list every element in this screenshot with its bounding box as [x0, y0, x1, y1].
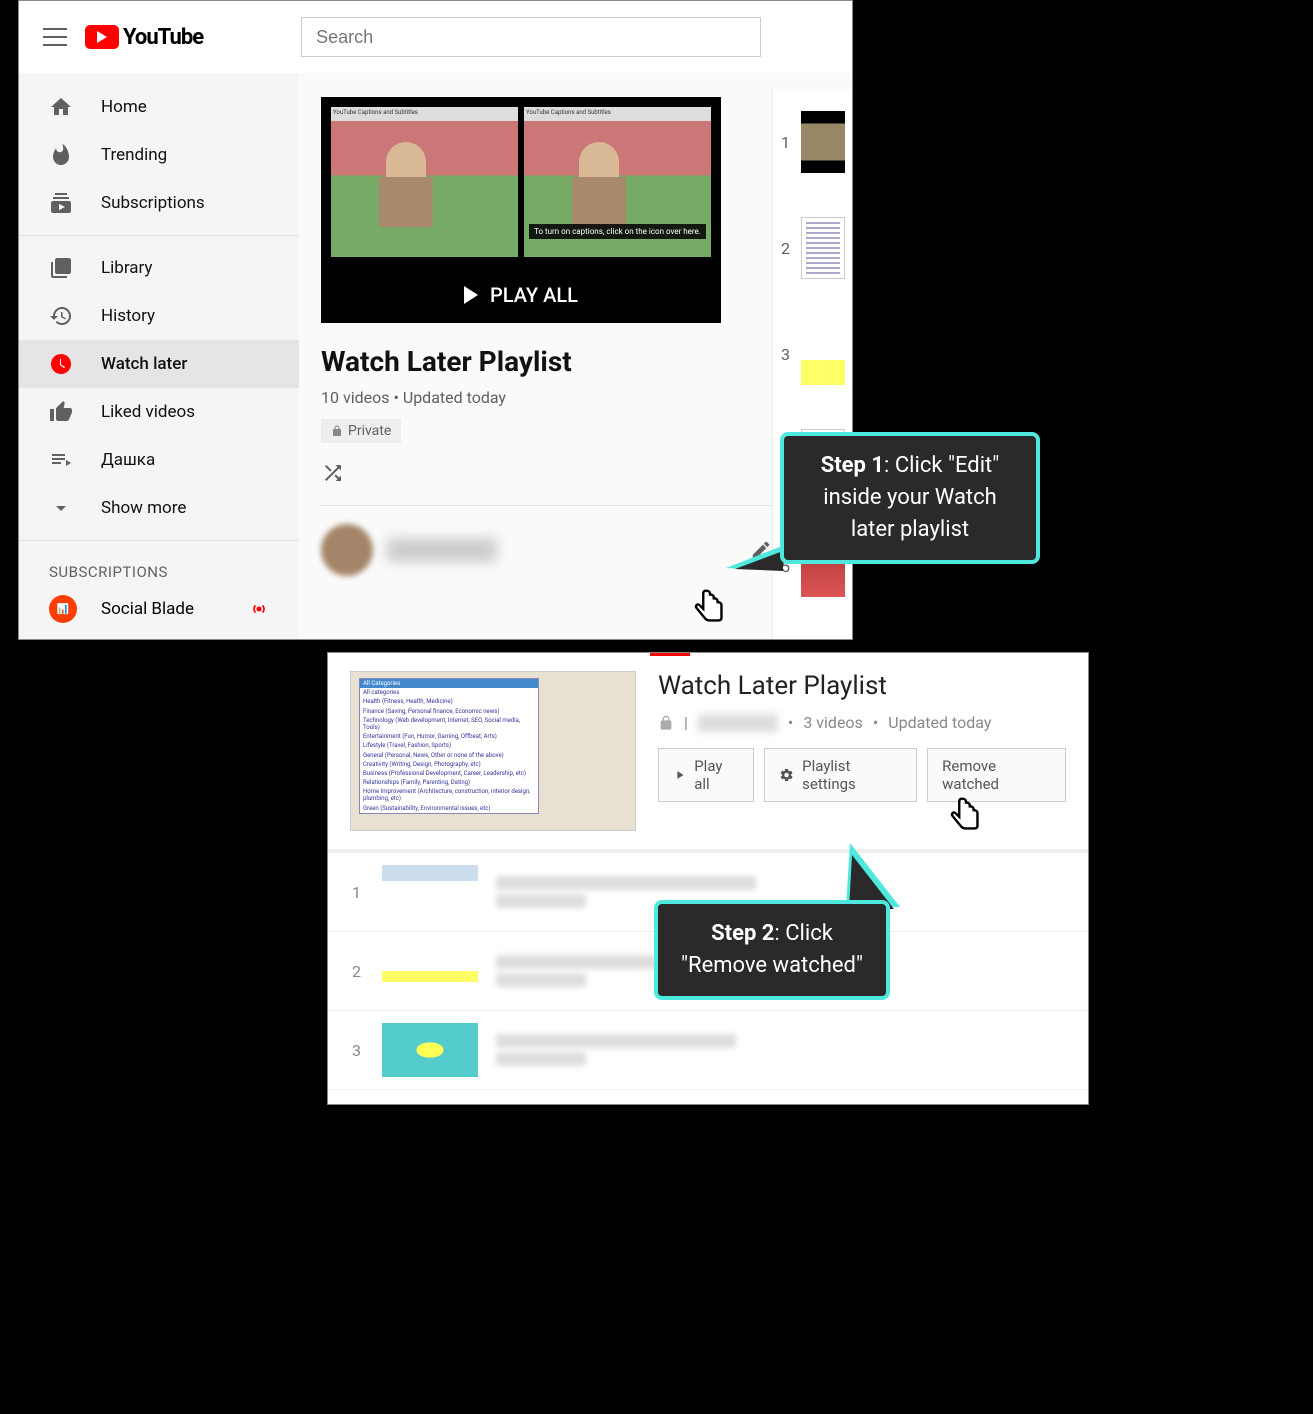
header: YouTube: [19, 1, 852, 73]
play-icon: [673, 768, 686, 782]
play-all-button[interactable]: PLAY ALL: [331, 267, 711, 313]
youtube-play-icon: [85, 25, 119, 49]
playlist-settings-button[interactable]: Playlist settings: [764, 748, 917, 802]
owner-avatar[interactable]: [321, 524, 373, 576]
updated-text: Updated today: [888, 713, 991, 732]
playlist-preview: YouTube Captions and Subtitles YouTube C…: [321, 97, 721, 323]
sidebar-label: Дашка: [101, 450, 155, 470]
search-container: [301, 17, 852, 57]
brand-text: YouTube: [123, 25, 203, 50]
playlist-title: Watch Later Playlist: [321, 345, 830, 378]
live-icon: [249, 599, 269, 619]
playlist-title: Watch Later Playlist: [658, 671, 1066, 701]
trending-icon: [49, 143, 73, 167]
sidebar-item-library[interactable]: Library: [19, 244, 299, 292]
hamburger-menu-icon[interactable]: [43, 25, 67, 49]
video-channel-redacted: [496, 1052, 586, 1066]
callout-arrow-icon: [846, 843, 900, 907]
btn-label: Playlist settings: [802, 757, 902, 793]
sidebar-sub-social-blade[interactable]: 📊 Social Blade: [19, 587, 299, 631]
channel-avatar-icon: 📊: [49, 595, 77, 623]
privacy-label: Private: [348, 423, 391, 439]
caption-text: To turn on captions, click on the icon o…: [529, 224, 706, 239]
sidebar-label: Library: [101, 258, 152, 278]
preview-thumb-left: YouTube Captions and Subtitles: [331, 107, 518, 257]
queue-item[interactable]: 2: [773, 195, 852, 301]
youtube-playlist-edit-screen: All CategoriesAll categoriesHealth (Fitn…: [327, 652, 1089, 1105]
playlist-icon: [49, 448, 73, 472]
home-icon: [49, 95, 73, 119]
sidebar-label: Liked videos: [101, 402, 195, 422]
search-input[interactable]: [301, 17, 761, 57]
video-count: 3 videos: [803, 713, 863, 732]
sidebar-label: History: [101, 306, 155, 326]
callout-arrow-icon: [726, 546, 782, 571]
preview-thumb-right: YouTube Captions and Subtitles To turn o…: [524, 107, 711, 257]
history-icon: [49, 304, 73, 328]
remove-watched-button[interactable]: Remove watched: [927, 748, 1066, 802]
sidebar-item-trending[interactable]: Trending: [19, 131, 299, 179]
sidebar-label: Show more: [101, 498, 186, 518]
playlist-meta-row: | • 3 videos • Updated today: [658, 713, 1066, 732]
sidebar-label: Home: [101, 97, 147, 117]
play-all-button[interactable]: Play all: [658, 748, 754, 802]
video-row[interactable]: 3: [328, 1011, 1088, 1090]
watchlater-icon: [49, 352, 73, 376]
sidebar-item-home[interactable]: Home: [19, 83, 299, 131]
callout-step-label: Step 2: [711, 921, 774, 946]
video-channel-redacted: [496, 973, 586, 987]
lock-icon: [658, 715, 674, 731]
shuffle-icon: [321, 461, 345, 485]
subscriptions-icon: [49, 191, 73, 215]
privacy-badge[interactable]: Private: [321, 419, 401, 443]
queue-item[interactable]: 3: [773, 301, 852, 407]
thumb-icon: [801, 323, 845, 385]
callout-step-2: Step 2: Click "Remove watched": [654, 900, 890, 1000]
sidebar-label: Watch later: [101, 354, 187, 374]
library-icon: [49, 256, 73, 280]
sidebar-item-show-more[interactable]: Show more: [19, 484, 299, 532]
video-title-redacted: [496, 876, 756, 890]
sidebar-item-history[interactable]: History: [19, 292, 299, 340]
callout-step-label: Step 1: [821, 453, 884, 478]
sidebar-item-liked-videos[interactable]: Liked videos: [19, 388, 299, 436]
sidebar-item-watch-later[interactable]: Watch later: [19, 340, 299, 388]
queue-item[interactable]: 1: [773, 89, 852, 195]
video-thumb: [382, 944, 478, 998]
youtube-logo[interactable]: YouTube: [85, 25, 203, 50]
shuffle-button[interactable]: [321, 461, 830, 485]
thumb-icon: [801, 217, 845, 279]
liked-icon: [49, 400, 73, 424]
callout-step-1: Step 1: Click "Edit" inside your Watch l…: [780, 432, 1040, 564]
sidebar-label: Trending: [101, 145, 167, 165]
video-channel-redacted: [496, 894, 586, 908]
dropdown-content: All CategoriesAll categoriesHealth (Fitn…: [359, 678, 539, 814]
gear-icon: [779, 767, 794, 783]
loading-bar: [650, 653, 690, 656]
video-thumb: [382, 1023, 478, 1077]
sidebar-subs-header: SUBSCRIPTIONS: [19, 549, 299, 587]
video-thumb: [382, 865, 478, 919]
sidebar-item-subscriptions[interactable]: Subscriptions: [19, 179, 299, 227]
expand-icon: [49, 496, 73, 520]
sidebar-label: Subscriptions: [101, 193, 205, 213]
play-all-label: PLAY ALL: [490, 283, 578, 307]
sidebar: Home Trending Subscriptions Library Hist…: [19, 73, 299, 639]
owner-name-redacted: [698, 714, 778, 732]
btn-label: Play all: [694, 757, 739, 793]
thumb-icon: [801, 111, 845, 173]
playlist-cover-thumb[interactable]: All CategoriesAll categoriesHealth (Fitn…: [350, 671, 636, 831]
lock-icon: [331, 425, 343, 437]
owner-name-redacted: [387, 538, 497, 562]
youtube-watch-later-screen: YouTube Home Trending Subscriptions Libr…: [18, 0, 853, 640]
sidebar-item-playlist[interactable]: Дашка: [19, 436, 299, 484]
play-icon: [464, 286, 478, 304]
video-title-redacted: [496, 1034, 736, 1048]
playlist-meta: 10 videos • Updated today: [321, 388, 830, 407]
btn-label: Remove watched: [942, 757, 1051, 793]
sub-label: Social Blade: [101, 599, 194, 619]
